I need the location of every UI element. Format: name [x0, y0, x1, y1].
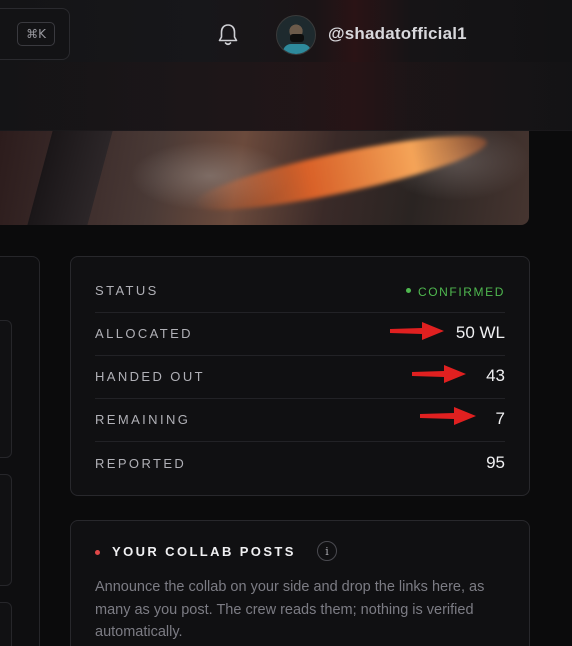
- left-panel-item[interactable]: [0, 602, 12, 646]
- handed-out-label: HANDED OUT: [95, 369, 205, 384]
- status-badge: CONFIRMED: [405, 285, 505, 299]
- bell-icon[interactable]: [216, 22, 240, 48]
- banner-shadow: [27, 131, 113, 225]
- username[interactable]: @shadatofficial1: [328, 24, 467, 44]
- red-arrow-annotation-icon: [390, 322, 444, 340]
- handed-out-value: 43: [486, 366, 505, 385]
- collab-posts-description: Announce the collab on your side and dro…: [95, 579, 485, 640]
- collab-posts-card: YOUR COLLAB POSTS i Announce the collab …: [70, 520, 530, 646]
- reported-label: REPORTED: [95, 456, 187, 471]
- avatar[interactable]: [276, 15, 316, 55]
- collab-posts-title: YOUR COLLAB POSTS: [112, 544, 296, 559]
- status-value: CONFIRMED: [417, 285, 505, 299]
- reported-value: 95: [486, 453, 505, 472]
- status-row: STATUS CONFIRMED: [95, 269, 505, 313]
- remaining-label: REMAINING: [95, 412, 191, 427]
- search-shortcut-hint: ⌘K: [17, 22, 55, 46]
- allocated-value: 50 WL: [455, 323, 505, 342]
- left-panel-item[interactable]: [0, 474, 12, 586]
- reported-row: REPORTED 95: [95, 442, 505, 486]
- red-arrow-annotation-icon: [420, 407, 476, 425]
- event-banner-image: [0, 131, 529, 225]
- status-dot-icon: [405, 288, 411, 294]
- allocated-label: ALLOCATED: [95, 326, 193, 341]
- red-dot-icon: [95, 550, 100, 555]
- info-icon[interactable]: i: [317, 541, 337, 561]
- remaining-value: 7: [495, 409, 505, 428]
- left-panel-item[interactable]: [0, 320, 12, 458]
- status-label: STATUS: [95, 283, 159, 298]
- avatar-mask: [290, 34, 304, 42]
- avatar-shirt: [283, 44, 311, 54]
- red-arrow-annotation-icon: [412, 365, 466, 383]
- top-bar: ⌘K @shadatofficial1: [0, 0, 572, 131]
